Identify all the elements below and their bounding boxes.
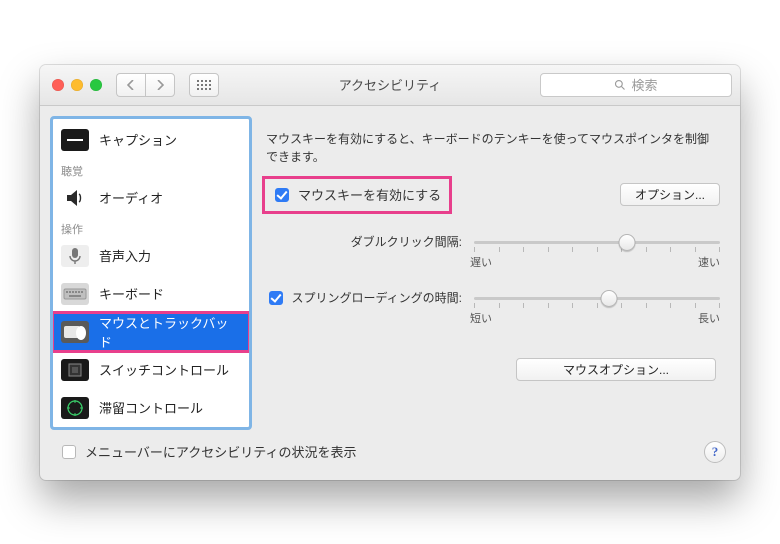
spring-max-label: 長い: [698, 310, 720, 326]
nav-back-forward: [116, 73, 175, 97]
close-window-button[interactable]: [52, 79, 64, 91]
enable-mouse-keys-row[interactable]: マウスキーを有効にする: [271, 185, 441, 205]
slider-thumb[interactable]: [618, 234, 635, 251]
show-status-in-menubar-label: メニューバーにアクセシビリティの状況を表示: [85, 442, 356, 461]
spring-loading-checkbox[interactable]: [269, 291, 283, 305]
dwell-control-icon: [61, 397, 89, 419]
switch-control-icon: [61, 359, 89, 381]
intro-text: マウスキーを有効にすると、キーボードのテンキーを使ってマウスポインタを制御できま…: [266, 130, 716, 166]
content-area: キャプション 聴覚 オーディオ 操作 音声入力: [40, 106, 740, 428]
sidebar-item-audio[interactable]: オーディオ: [53, 179, 249, 217]
double-click-max-label: 速い: [698, 254, 720, 270]
sidebar-item-label: 滞留コントロール: [99, 398, 203, 417]
sidebar-item-captions[interactable]: キャプション: [53, 121, 249, 159]
microphone-icon: [61, 245, 89, 267]
sidebar-group-hearing: 聴覚: [53, 159, 249, 179]
back-button[interactable]: [116, 73, 145, 97]
category-sidebar: キャプション 聴覚 オーディオ 操作 音声入力: [52, 118, 250, 428]
enable-mouse-keys-label: マウスキーを有効にする: [298, 185, 441, 204]
preferences-window: アクセシビリティ 検索 キャプション 聴覚 オーディオ 操作: [40, 65, 740, 480]
chevron-left-icon: [127, 80, 135, 90]
double-click-min-label: 遅い: [462, 254, 492, 270]
show-status-in-menubar-row[interactable]: メニューバーにアクセシビリティの状況を表示: [58, 442, 356, 462]
double-click-slider[interactable]: [474, 232, 720, 252]
help-button[interactable]: ?: [704, 441, 726, 463]
enable-mouse-keys-callout: マウスキーを有効にする: [262, 176, 452, 214]
sidebar-item-mouse-trackpad[interactable]: マウスとトラックバッド: [53, 313, 249, 351]
footer: メニューバーにアクセシビリティの状況を表示 ?: [40, 428, 740, 480]
mouse-keys-options-button[interactable]: オプション...: [620, 183, 720, 206]
double-click-label: ダブルクリック間隔:: [262, 233, 466, 250]
sidebar-item-label: オーディオ: [99, 188, 163, 207]
mouse-options-button[interactable]: マウスオプション...: [516, 358, 716, 381]
mouse-trackpad-icon: [61, 321, 89, 343]
window-controls: [52, 79, 102, 91]
spring-min-label: 短い: [462, 310, 492, 326]
spring-loading-label: スプリングローディングの時間:: [292, 289, 463, 306]
sidebar-group-interacting: 操作: [53, 217, 249, 237]
sidebar-item-label: スイッチコントロール: [99, 360, 229, 379]
show-all-button[interactable]: [189, 73, 219, 97]
search-field[interactable]: 検索: [540, 73, 732, 97]
search-placeholder: 検索: [631, 75, 657, 94]
captions-icon: [61, 129, 89, 151]
chevron-right-icon: [156, 80, 164, 90]
sidebar-item-dwell-control[interactable]: 滞留コントロール: [53, 389, 249, 427]
minimize-window-button[interactable]: [71, 79, 83, 91]
zoom-window-button[interactable]: [90, 79, 102, 91]
enable-mouse-keys-checkbox[interactable]: [275, 188, 289, 202]
keyboard-icon: [61, 283, 89, 305]
sidebar-item-dictation[interactable]: 音声入力: [53, 237, 249, 275]
speaker-icon: [61, 187, 89, 209]
search-icon: [614, 79, 626, 91]
forward-button[interactable]: [145, 73, 175, 97]
titlebar: アクセシビリティ 検索: [40, 65, 740, 106]
sidebar-item-switch-control[interactable]: スイッチコントロール: [53, 351, 249, 389]
sidebar-item-keyboard[interactable]: キーボード: [53, 275, 249, 313]
sidebar-item-label: マウスとトラックバッド: [99, 313, 241, 351]
slider-thumb[interactable]: [601, 290, 618, 307]
detail-pane: マウスキーを有効にすると、キーボードのテンキーを使ってマウスポインタを制御できま…: [262, 118, 728, 428]
spring-loading-slider[interactable]: [474, 288, 720, 308]
grid-icon: [197, 80, 211, 90]
sidebar-item-label: キャプション: [99, 130, 177, 149]
spring-loading-block: スプリングローディングの時間: 短い 長い: [262, 288, 720, 326]
sidebar-item-label: キーボード: [99, 284, 164, 303]
sidebar-item-label: 音声入力: [99, 246, 151, 265]
double-click-speed-block: ダブルクリック間隔: 遅い 速い: [262, 232, 720, 270]
show-status-in-menubar-checkbox[interactable]: [62, 445, 76, 459]
